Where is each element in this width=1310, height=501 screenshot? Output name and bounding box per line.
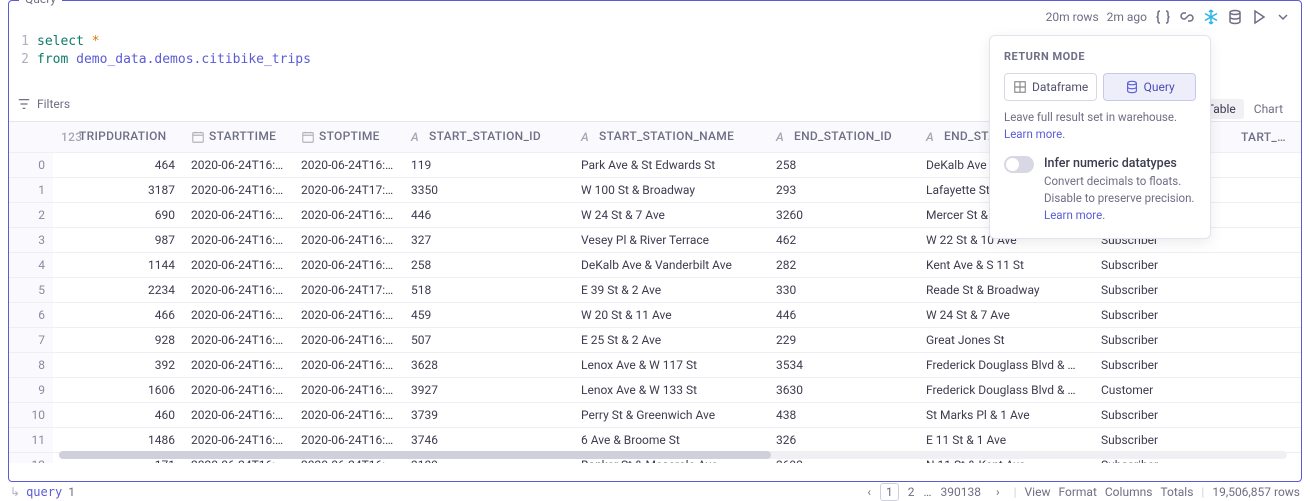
panel-label: Query bbox=[19, 0, 62, 6]
toggle-description: Convert decimals to floats. Disable to p… bbox=[1044, 173, 1196, 225]
table-row[interactable]: 411442020-06-24T16:2…2020-06-24T16:4…258… bbox=[9, 252, 1301, 277]
learn-more-link[interactable]: Learn more bbox=[1004, 127, 1062, 141]
filters-button[interactable]: Filters bbox=[17, 97, 70, 111]
page-prev[interactable]: ‹ bbox=[861, 483, 877, 501]
popover-title: RETURN MODE bbox=[1004, 50, 1196, 63]
text-icon: A bbox=[581, 130, 595, 144]
col-starttime[interactable]: STARTTIME bbox=[183, 122, 293, 152]
page-next[interactable]: › bbox=[990, 483, 1006, 501]
learn-more-link[interactable]: Learn more bbox=[1044, 208, 1102, 222]
row-count: 19,506,857 rows bbox=[1212, 485, 1300, 499]
text-icon: A bbox=[776, 130, 790, 144]
col-end-station-id[interactable]: AEND_STATION_ID bbox=[768, 122, 918, 152]
row-index: 11 bbox=[9, 427, 53, 452]
grid-icon bbox=[1013, 80, 1027, 94]
funnel-icon bbox=[17, 97, 31, 111]
return-arrow-icon: ↳ bbox=[10, 485, 20, 499]
editor-gutter: 1 2 bbox=[9, 33, 37, 83]
row-index: 12 bbox=[9, 452, 53, 463]
mode-dataframe-button[interactable]: Dataframe bbox=[1004, 73, 1097, 101]
scrollbar-thumb[interactable] bbox=[59, 451, 771, 459]
calendar-icon bbox=[301, 130, 315, 144]
number-icon: 123 bbox=[61, 130, 75, 144]
format-menu[interactable]: Format bbox=[1058, 485, 1096, 499]
query-panel: Query 20m rows 2m ago 1 2 select * from … bbox=[8, 0, 1302, 482]
database-icon[interactable] bbox=[1227, 9, 1243, 25]
cell-name[interactable]: query bbox=[26, 485, 62, 499]
status-bar: ↳ query 1 ‹ 1 2 … 390138 › | View Format… bbox=[0, 482, 1310, 501]
run-icon[interactable] bbox=[1251, 9, 1267, 25]
row-index: 0 bbox=[9, 152, 53, 177]
row-index: 6 bbox=[9, 302, 53, 327]
col-start-station-name[interactable]: ASTART_STATION_NAME bbox=[573, 122, 768, 152]
table-row[interactable]: 522342020-06-24T16:2…2020-06-24T17:0…518… bbox=[9, 277, 1301, 302]
cell-number: 1 bbox=[68, 485, 75, 499]
row-index: 7 bbox=[9, 327, 53, 352]
table-row[interactable]: 916062020-06-24T16:2…2020-06-24T16:5…392… bbox=[9, 377, 1301, 402]
row-index: 3 bbox=[9, 227, 53, 252]
popover-description: Leave full result set in warehouse. Lear… bbox=[1004, 109, 1196, 144]
chevron-down-icon[interactable] bbox=[1275, 9, 1291, 25]
col-tripduration[interactable]: 123TRIPDURATION bbox=[53, 122, 183, 152]
row-index: 5 bbox=[9, 277, 53, 302]
mode-query-button[interactable]: Query bbox=[1103, 73, 1196, 101]
table-row[interactable]: 79282020-06-24T16:2…2020-06-24T16:4…507E… bbox=[9, 327, 1301, 352]
return-mode-popover: RETURN MODE Dataframe Query Leave full r… bbox=[989, 35, 1211, 239]
link-icon[interactable] bbox=[1179, 9, 1195, 25]
row-index: 8 bbox=[9, 352, 53, 377]
table-row[interactable]: 1114862020-06-24T16:2…2020-06-24T16:5…37… bbox=[9, 427, 1301, 452]
text-icon: A bbox=[926, 130, 940, 144]
table-row[interactable]: 104602020-06-24T16:2…2020-06-24T16:3…373… bbox=[9, 402, 1301, 427]
braces-icon[interactable] bbox=[1155, 9, 1171, 25]
tab-chart[interactable]: Chart bbox=[1246, 99, 1291, 119]
row-index: 1 bbox=[9, 177, 53, 202]
col-extra[interactable]: TART_STATI bbox=[1233, 122, 1298, 152]
page-1[interactable]: 1 bbox=[880, 483, 899, 501]
toggle-label: Infer numeric datatypes bbox=[1044, 156, 1196, 171]
infer-numeric-toggle[interactable] bbox=[1004, 156, 1034, 173]
row-index: 9 bbox=[9, 377, 53, 402]
add-column-button[interactable]: + bbox=[1298, 122, 1301, 152]
pager: ‹ 1 2 … 390138 › bbox=[861, 483, 1005, 501]
view-menu[interactable]: View bbox=[1025, 485, 1051, 499]
snowflake-icon[interactable] bbox=[1203, 9, 1219, 25]
page-last[interactable]: 390138 bbox=[935, 483, 987, 501]
database-icon bbox=[1125, 80, 1139, 94]
columns-menu[interactable]: Columns bbox=[1105, 485, 1153, 499]
row-index: 10 bbox=[9, 402, 53, 427]
col-index bbox=[9, 122, 53, 152]
col-start-station-id[interactable]: ASTART_STATION_ID bbox=[403, 122, 573, 152]
text-icon: A bbox=[411, 130, 425, 144]
horizontal-scrollbar[interactable] bbox=[59, 451, 1287, 459]
query-header: 20m rows 2m ago bbox=[1046, 9, 1291, 25]
totals-menu[interactable]: Totals bbox=[1160, 485, 1193, 499]
query-age: 2m ago bbox=[1107, 10, 1147, 24]
rows-summary: 20m rows bbox=[1046, 10, 1099, 24]
page-2[interactable]: 2 bbox=[902, 483, 921, 501]
row-index: 4 bbox=[9, 252, 53, 277]
row-index: 2 bbox=[9, 202, 53, 227]
table-row[interactable]: 83922020-06-24T16:2…2020-06-24T16:3…3628… bbox=[9, 352, 1301, 377]
view-tabs: Table Chart bbox=[1199, 99, 1291, 119]
col-stoptime[interactable]: STOPTIME bbox=[293, 122, 403, 152]
table-row[interactable]: 64662020-06-24T16:2…2020-06-24T16:3…459W… bbox=[9, 302, 1301, 327]
calendar-icon bbox=[191, 130, 205, 144]
